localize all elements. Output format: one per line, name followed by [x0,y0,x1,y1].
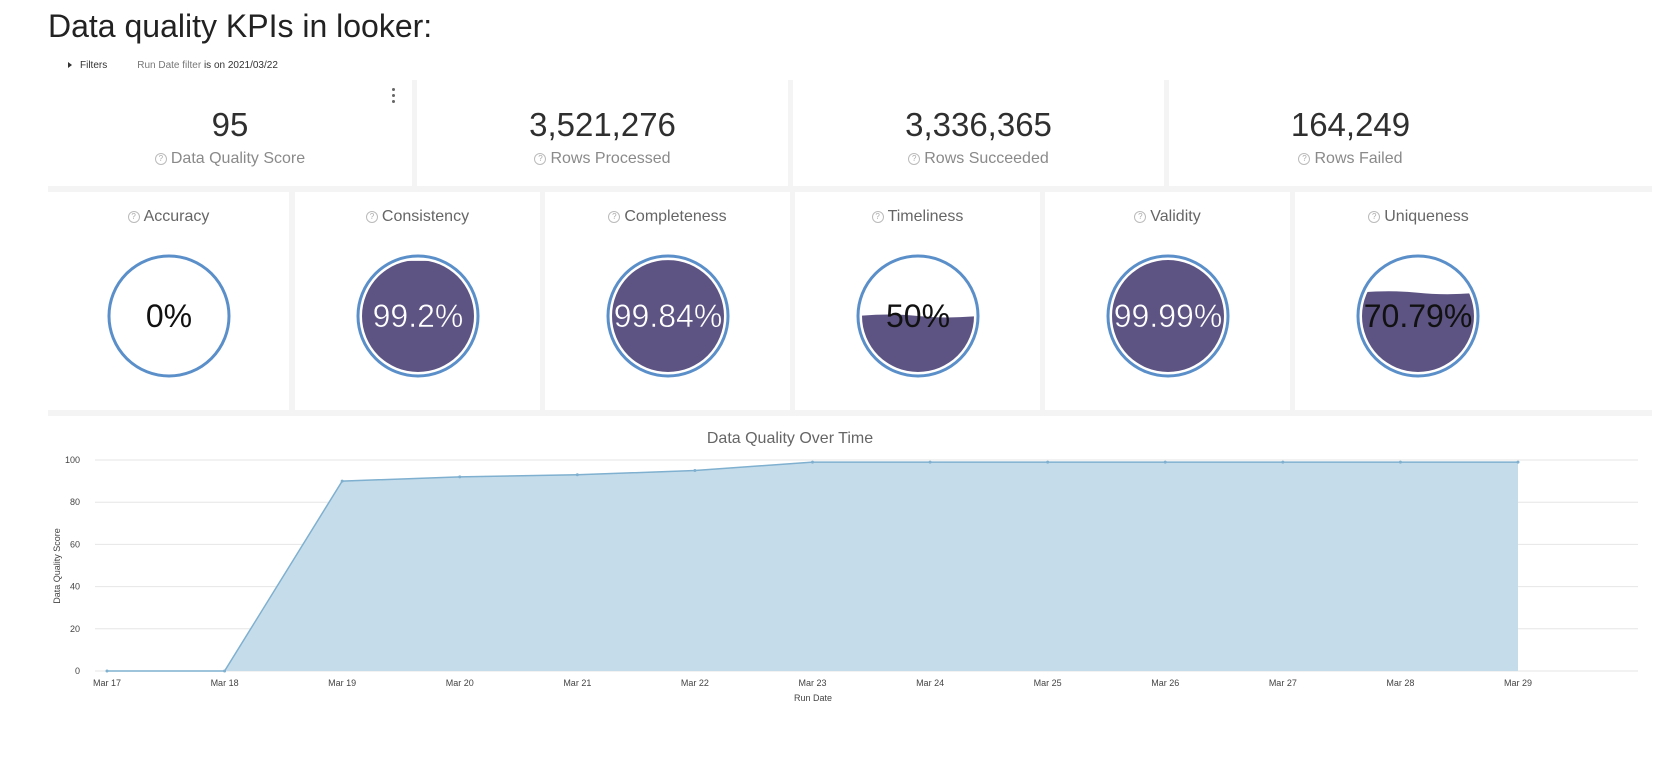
y-tick-label: 80 [70,497,80,507]
info-circle-icon[interactable]: ? [534,152,547,165]
chart-tile-data-quality-over-time: Data Quality Over Time 0 20 40 60 80 100 Mar 1… [48,416,1652,758]
kpi-tile-rows-succeeded: 3,336,365 ? Rows Succeeded [793,80,1164,186]
data-point[interactable] [1516,460,1520,464]
gauge-tile-consistency: ? Consistency 99.2% [295,192,540,410]
x-tick-label: Mar 26 [1151,678,1179,688]
gauge-value: 99.84% [613,298,722,334]
info-circle-icon[interactable]: ? [365,210,378,223]
data-point[interactable] [340,479,344,483]
info-circle-icon[interactable]: ? [608,210,621,223]
data-point[interactable] [223,669,227,673]
kpi-tile-rows-processed: 3,521,276 ? Rows Processed [417,80,788,186]
y-tick-label: 40 [70,582,80,592]
x-axis-label: Run Date [794,693,832,703]
gauge-title: ? Accuracy [48,208,289,226]
filter-summary-value: is on 2021/03/22 [203,59,278,71]
kpi-value: 3,336,365 [905,106,1052,143]
data-point[interactable] [458,475,462,479]
y-axis-label: Data Quality Score [52,528,62,604]
filter-summary-field: Run Date filter [137,59,202,71]
y-tick-label: 20 [70,624,80,634]
liquid-gauge: 70.79% [1356,254,1480,378]
y-tick-label: 0 [75,666,80,676]
filters-label: Filters [80,59,108,71]
filters-toggle[interactable]: Filters [68,60,107,71]
x-tick-label: Mar 23 [798,678,826,688]
area-chart: 0 20 40 60 80 100 Mar 17 Mar 18 Mar 19 Mar 20 Mar … [52,455,1638,703]
gauge-tile-validity: ? Validity 99.99% [1045,192,1290,410]
kpi-value: 164,249 [1290,106,1411,143]
liquid-gauge: 99.99% [1106,254,1229,378]
filter-bar: Filters Run Date filter is on 2021/03/22 [68,58,278,72]
gauge-title: ? Timeliness [795,208,1040,226]
gauge-value: 0% [145,298,191,334]
x-tick-label: Mar 24 [916,678,944,688]
liquid-gauge: 0% [107,254,230,378]
kpi-tile-rows-failed: 164,249 ? Rows Failed [1169,80,1652,186]
kpi-value: 95 [211,106,249,143]
y-tick-label: 60 [70,539,80,549]
kebab-menu-icon[interactable] [390,88,396,103]
x-tick-label: Mar 29 [1504,678,1532,688]
data-point[interactable] [575,473,579,477]
gauge-tile-timeliness: ? Timeliness 50% [795,192,1040,410]
area-fill [107,462,1518,671]
gauge-title: ? Uniqueness [1295,208,1542,226]
gauge-title: ? Completeness [545,208,790,226]
info-circle-icon[interactable]: ? [908,152,921,165]
gauge-value: 50% [885,298,949,334]
data-point[interactable] [1281,460,1285,464]
page-title: Data quality KPIs in looker: [48,8,433,44]
x-tick-label: Mar 21 [563,678,591,688]
data-point[interactable] [811,460,814,464]
y-tick-label: 100 [65,455,80,465]
gauge-title: ? Validity [1045,208,1290,226]
data-point[interactable] [1163,460,1167,464]
caret-right-icon [68,62,72,68]
x-tick-label: Mar 18 [211,678,239,688]
kpi-label: ? Data Quality Score [48,150,412,168]
gauge-value: 99.2% [372,298,463,334]
gauge-title: ? Consistency [295,208,540,226]
x-tick-label: Mar 17 [93,678,121,688]
data-point[interactable] [928,460,932,464]
info-circle-icon[interactable]: ? [1368,210,1381,223]
kpi-tile-data-quality-score: 95 ? Data Quality Score [48,80,412,186]
gauge-tile-accuracy: ? Accuracy 0% [48,192,289,410]
kpi-value: 3,521,276 [529,106,676,143]
x-tick-label: Mar 25 [1034,678,1062,688]
x-tick-label: Mar 22 [681,678,709,688]
info-circle-icon[interactable]: ? [871,210,884,223]
liquid-gauge: 50% [856,254,979,378]
dashboard: 95 ? Data Quality Score 3,521,276 ? Rows P… [48,80,1652,758]
data-point[interactable] [693,469,697,473]
liquid-gauge: 99.84% [606,254,729,378]
x-tick-label: Mar 27 [1269,678,1297,688]
info-circle-icon[interactable]: ? [1298,152,1311,165]
liquid-gauge: 99.2% [356,254,479,378]
x-tick-label: Mar 19 [328,678,356,688]
gauge-tile-uniqueness: ? Uniqueness 70.79% [1295,192,1652,410]
gauge-tile-completeness: ? Completeness 99.84% [545,192,790,410]
info-circle-icon[interactable]: ? [127,210,140,223]
filter-summary: Run Date filter is on 2021/03/22 [137,60,278,71]
info-circle-icon[interactable]: ? [1134,210,1147,223]
data-point[interactable] [1046,460,1050,464]
kpi-label: ? Rows Processed [417,150,788,168]
info-circle-icon[interactable]: ? [154,152,167,165]
kpi-label: ? Rows Succeeded [793,150,1164,168]
x-tick-label: Mar 20 [446,678,474,688]
gauge-value: 70.79% [1364,298,1473,334]
data-point[interactable] [105,669,109,673]
data-point[interactable] [1398,460,1402,464]
kpi-label: ? Rows Failed [1169,150,1532,168]
gauge-value: 99.99% [1113,298,1222,334]
x-tick-label: Mar 28 [1386,678,1414,688]
